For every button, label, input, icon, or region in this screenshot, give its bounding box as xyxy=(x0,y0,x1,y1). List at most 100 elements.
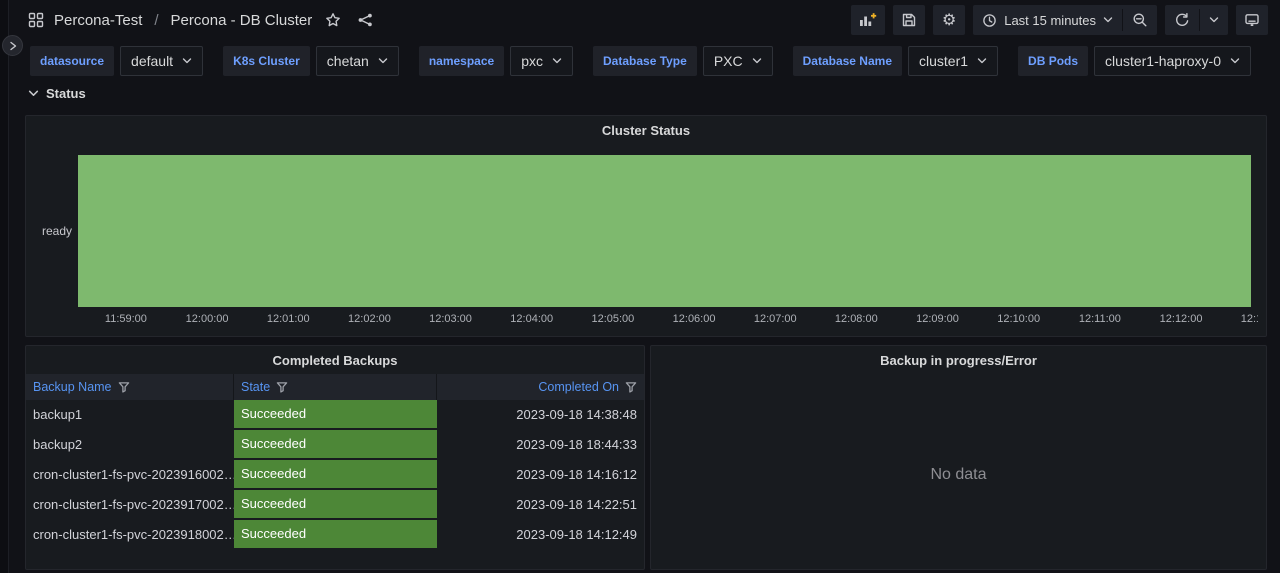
variable-k8s-cluster: K8s Cluster chetan xyxy=(223,46,399,76)
column-label: Completed On xyxy=(538,380,619,394)
cell-state-badge: Succeeded xyxy=(234,430,437,460)
chevron-down-icon xyxy=(977,56,987,66)
column-header-state[interactable]: State xyxy=(234,374,437,400)
cell-completed-on: 2023-09-18 14:22:51 xyxy=(437,490,644,520)
save-dashboard-button[interactable] xyxy=(893,5,925,35)
variable-value-dropdown[interactable]: PXC xyxy=(703,46,773,76)
variable-value: cluster1-haproxy-0 xyxy=(1105,53,1221,69)
x-tick: 12:03:00 xyxy=(429,313,472,325)
breadcrumb-folder[interactable]: Percona-Test xyxy=(54,12,142,29)
chevron-down-icon xyxy=(1209,15,1219,25)
column-header-backup-name[interactable]: Backup Name xyxy=(26,374,234,400)
variable-value-dropdown[interactable]: cluster1-haproxy-0 xyxy=(1094,46,1251,76)
panel-title[interactable]: Completed Backups xyxy=(26,346,644,374)
variable-datasource: datasource default xyxy=(30,46,203,76)
apps-grid-icon xyxy=(28,12,44,28)
x-tick: 12:00:00 xyxy=(186,313,229,325)
zoom-out-time-button[interactable] xyxy=(1123,5,1157,35)
cell-backup-name: cron-cluster1-fs-pvc-2023917002… xyxy=(26,490,234,520)
variable-value: default xyxy=(131,53,173,69)
monitor-icon xyxy=(1244,12,1260,28)
variable-label: Database Type xyxy=(593,46,697,76)
breadcrumb-dashboard-title[interactable]: Percona - DB Cluster xyxy=(171,12,313,29)
cell-state-badge: Succeeded xyxy=(234,520,437,550)
cell-completed-on: 2023-09-18 14:12:49 xyxy=(437,520,644,550)
variable-label: DB Pods xyxy=(1018,46,1088,76)
column-header-completed-on[interactable]: Completed On xyxy=(437,374,644,400)
x-tick: 12:08:00 xyxy=(835,313,878,325)
save-icon xyxy=(901,12,917,28)
share-dashboard-button[interactable] xyxy=(354,9,376,31)
panel-title[interactable]: Backup in progress/Error xyxy=(651,346,1266,374)
star-icon xyxy=(325,12,341,28)
chevron-down-icon xyxy=(1230,56,1240,66)
x-tick: 12:06:00 xyxy=(673,313,716,325)
time-range-picker[interactable]: Last 15 minutes xyxy=(973,5,1122,35)
variable-value-dropdown[interactable]: chetan xyxy=(316,46,399,76)
cell-backup-name: cron-cluster1-fs-pvc-2023918002… xyxy=(26,520,234,550)
sidebar-expand-button[interactable] xyxy=(2,35,23,56)
x-tick: 12:11:00 xyxy=(1079,313,1121,325)
x-tick: 12:12:00 xyxy=(1160,313,1203,325)
table-header: Backup Name State Completed On xyxy=(26,374,644,400)
panel-cluster-status: Cluster Status ready 11:59:00 12:00:00 1… xyxy=(25,115,1267,337)
sidebar-strip xyxy=(0,0,9,573)
cell-completed-on: 2023-09-18 14:16:12 xyxy=(437,460,644,490)
time-picker-group: Last 15 minutes xyxy=(973,5,1157,35)
row-toggle-status[interactable]: Status xyxy=(28,86,86,101)
x-axis: 11:59:00 12:00:00 12:01:00 12:02:00 12:0… xyxy=(78,313,1258,329)
variable-value-dropdown[interactable]: default xyxy=(120,46,203,76)
star-dashboard-button[interactable] xyxy=(322,9,344,31)
refresh-icon xyxy=(1174,12,1190,28)
variable-namespace: namespace pxc xyxy=(419,46,573,76)
chevron-down-icon xyxy=(752,56,762,66)
dashboard-settings-button[interactable]: ⚙ xyxy=(933,5,965,35)
x-tick: 12:10:00 xyxy=(997,313,1040,325)
table-row: backup1 Succeeded 2023-09-18 14:38:48 xyxy=(26,400,644,430)
cell-backup-name: backup1 xyxy=(26,400,234,430)
variable-label: K8s Cluster xyxy=(223,46,310,76)
state-timeline-plot xyxy=(78,155,1258,307)
gear-icon: ⚙ xyxy=(942,12,956,28)
chevron-down-icon xyxy=(1103,15,1113,25)
chevron-right-icon xyxy=(8,41,18,51)
state-label: ready xyxy=(32,155,72,307)
column-label: State xyxy=(241,380,270,394)
table-row: cron-cluster1-fs-pvc-2023918002… Succeed… xyxy=(26,520,644,550)
chevron-down-icon xyxy=(552,56,562,66)
variable-value: cluster1 xyxy=(919,53,968,69)
table-row: cron-cluster1-fs-pvc-2023916002… Succeed… xyxy=(26,460,644,490)
variable-label: namespace xyxy=(419,46,504,76)
variable-value-dropdown[interactable]: cluster1 xyxy=(908,46,998,76)
panel-title[interactable]: Cluster Status xyxy=(26,116,1266,144)
chevron-down-icon xyxy=(182,56,192,66)
x-tick: 11:59:00 xyxy=(105,313,147,325)
cell-backup-name: cron-cluster1-fs-pvc-2023916002… xyxy=(26,460,234,490)
top-bar: Percona-Test / Percona - DB Cluster xyxy=(10,0,1280,40)
add-panel-button[interactable] xyxy=(851,5,885,35)
table-row: backup2 Succeeded 2023-09-18 18:44:33 xyxy=(26,430,644,460)
clock-icon xyxy=(982,13,997,28)
cell-state-badge: Succeeded xyxy=(234,490,437,520)
chevron-down-icon xyxy=(378,56,388,66)
filter-icon[interactable] xyxy=(276,381,288,393)
cell-completed-on: 2023-09-18 14:38:48 xyxy=(437,400,644,430)
filter-icon[interactable] xyxy=(118,381,130,393)
add-panel-icon xyxy=(859,12,877,28)
row-title: Status xyxy=(46,86,86,101)
variable-value-dropdown[interactable]: pxc xyxy=(510,46,573,76)
cycle-view-mode-button[interactable] xyxy=(1236,5,1268,35)
cell-backup-name: backup2 xyxy=(26,430,234,460)
state-timeline-bar-ready xyxy=(78,155,1251,307)
variable-label: datasource xyxy=(30,46,114,76)
refresh-interval-dropdown[interactable] xyxy=(1200,5,1228,35)
no-data-message: No data xyxy=(651,466,1266,484)
variable-value: pxc xyxy=(521,53,543,69)
zoom-out-icon xyxy=(1132,12,1148,28)
refresh-dashboard-button[interactable] xyxy=(1165,5,1199,35)
time-range-label: Last 15 minutes xyxy=(1004,13,1096,28)
variable-value: PXC xyxy=(714,53,743,69)
variable-label: Database Name xyxy=(793,46,902,76)
filter-icon[interactable] xyxy=(625,381,637,393)
panel-completed-backups: Completed Backups Backup Name State Comp… xyxy=(25,345,645,570)
